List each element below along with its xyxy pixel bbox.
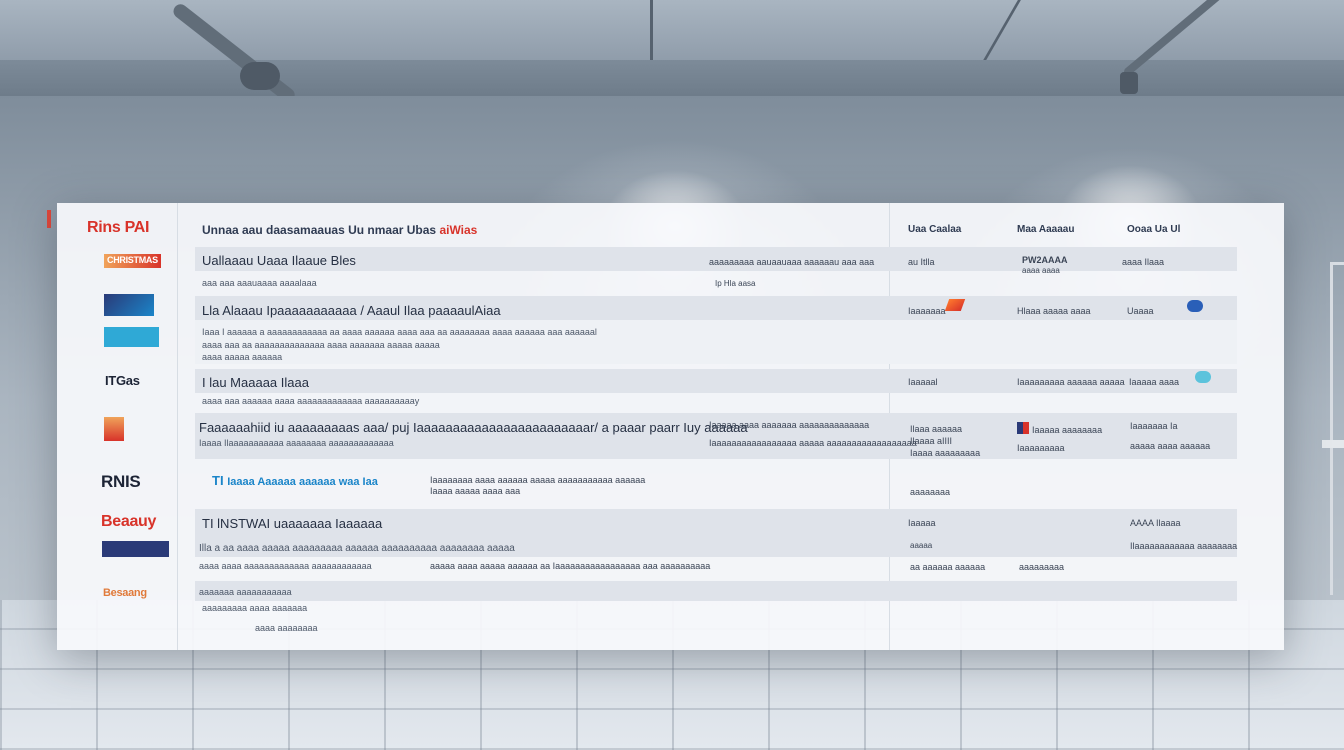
row-flag-icon <box>1017 422 1029 434</box>
comparison-panel: Rins PAI Unnaa aau daasamaauas Uu nmaar … <box>57 203 1284 650</box>
row-col2: Iaaaaaaaaa aaaaaa aaaaa <box>1017 377 1125 387</box>
header-title: Unnaa aau daasamaauas Uu nmaar Ubas aiWi… <box>202 223 477 237</box>
row-title-text: Iaaaa Aaaaaa aaaaaa waa Iaa <box>227 476 378 488</box>
header-title-text: Unnaa aau daasamaauas Uu nmaar Ubas <box>202 223 440 237</box>
row-logo: RNIS <box>101 472 141 491</box>
row-col1: aaaaaaaa <box>910 487 951 497</box>
row-title[interactable]: Faaaaaahiid iu aaaaaaaaas aaa/ puj Iaaaa… <box>199 420 748 435</box>
row-col3: Iaaaaa aaaa <box>1129 377 1180 387</box>
row-logo: CHRISTMAS <box>107 255 158 265</box>
row-col2-line2: Iaaaaaaaaa <box>1017 443 1065 453</box>
row-brand-icon <box>1187 300 1203 312</box>
row-col3-line2: aaaaa aaaa aaaaaa <box>1130 441 1211 451</box>
row-description: aaaa aaa aaaaaa aaaa aaaaaaaaaaaaa aaaaa… <box>202 396 420 406</box>
row-title[interactable]: I lau Maaaaa Ilaaa <box>202 375 309 390</box>
row-col3: AAAA Ilaaaa <box>1130 518 1181 528</box>
row-logo-badge-secondary <box>104 327 159 347</box>
row-col2: Iaaaaa aaaaaaaa <box>1032 425 1103 435</box>
row-description-line3: aaaa aaaaa aaaaaa <box>202 352 283 362</box>
row-logo-badge <box>104 294 154 316</box>
header-logo: Rins PAI <box>87 219 150 236</box>
row-title[interactable]: TI Iaaaa Aaaaaa aaaaaa waa Iaa <box>212 473 378 488</box>
row-middle-line2: Iaaaa aaaaa aaaa aaa <box>430 486 521 496</box>
row-logo: Besaang <box>103 587 147 599</box>
panel-accent-strip <box>47 210 51 228</box>
row-middle: aaaaa aaaa aaaaa aaaaaa aa Iaaaaaaaaaaaa… <box>430 561 711 571</box>
row-description-line2: aaaa aaa aa aaaaaaaaaaaaaa aaaa aaaaaaa … <box>202 340 440 350</box>
row-description: aaaaaaaaa aaaa aaaaaaa <box>202 603 308 613</box>
row-col1-line2: Ilaaaa aIIII <box>910 436 953 446</box>
row-logo: Beaauy <box>101 513 157 530</box>
row-description: Iaaa I aaaaaa a aaaaaaaaaaaa aa aaaa aaa… <box>202 327 597 337</box>
row-title[interactable]: Lla Alaaau Ipaaaaaaaaaaa / Aaaul Ilaa pa… <box>202 303 501 318</box>
row-middle-sub: Ip Hla aasa <box>715 279 756 288</box>
row-col2: Hlaaa aaaaa aaaa <box>1017 306 1091 316</box>
row-col2: PW2AAAA <box>1022 255 1068 265</box>
row-logo: ITGas <box>105 373 140 388</box>
row-description: Illa a aa aaaa aaaaa aaaaaaaaa aaaaaa aa… <box>199 543 515 554</box>
ceiling-seam <box>650 0 653 62</box>
row-col2-sub: aaaa aaaa <box>1022 266 1060 275</box>
column-header-2: Maa Aaaaau <box>1017 224 1075 235</box>
row-col1: Ilaaa aaaaaa <box>910 424 963 434</box>
row-logo-badge <box>102 541 169 557</box>
row-col2: aaaaaaaaa <box>1019 562 1065 572</box>
row-col1: Iaaaaaaa <box>908 306 946 316</box>
row-col1-line3: aa aaaaaa aaaaaa <box>910 562 986 572</box>
row-description: aaa aaa aaauaaaa aaaalaaa <box>202 278 317 288</box>
row-middle-line2: Iaaaaaaaaaaaaaaaaa aaaaa aaaaaaaaaaaaaaa… <box>709 438 917 448</box>
row-col1-line3: Iaaaa aaaaaaaaa <box>910 448 981 458</box>
row-middle: Iaaaaa aaaa aaaaaaa aaaaaaaaaaaaaa <box>709 420 870 430</box>
row-col1-line2: aaaaa <box>910 541 933 550</box>
row-middle: aaaaaaaaa aauaauaaa aaaaaau aaa aaa <box>709 257 875 267</box>
row-middle: Iaaaaaaaa aaaa aaaaaa aaaaa aaaaaaaaaaa … <box>430 475 646 485</box>
row-col3: Uaaaa <box>1127 306 1154 316</box>
column-header-3: Ooaa Ua Ul <box>1127 224 1181 235</box>
side-rack-shelf <box>1322 440 1344 448</box>
spotlight <box>1120 72 1138 94</box>
row-col1: Iaaaaal <box>908 377 938 387</box>
row-brand-icon <box>1195 371 1211 383</box>
row-title-prefix: TI <box>212 473 224 488</box>
row-description-line2: aaaa aaaaaaaa <box>255 623 318 633</box>
ceiling-fixture <box>240 62 280 90</box>
column-divider <box>177 203 178 650</box>
ceiling-edge <box>0 60 1344 96</box>
row-description: Iaaaa Ilaaaaaaaaaaa aaaaaaaa aaaaaaaaaaa… <box>199 438 394 448</box>
side-rack <box>1330 262 1344 595</box>
row-title[interactable]: aaaaaaa aaaaaaaaaaa <box>199 587 292 597</box>
row-title[interactable]: TI lNSTWAI uaaaaaaa Iaaaaaa <box>202 516 382 531</box>
column-header-1: Uaa Caalaa <box>908 224 962 235</box>
row-col3: aaaa Ilaaa <box>1122 257 1165 267</box>
row-logo-badge <box>104 417 124 441</box>
row-col3: Iaaaaaaa Ia <box>1130 421 1178 431</box>
row-description-line2: aaaa aaaa aaaaaaaaaaaaa aaaaaaaaaaaa <box>199 561 372 571</box>
row-col1: Iaaaaa <box>908 518 936 528</box>
header-title-accent: aiWias <box>439 223 478 237</box>
row-col3-line2: Ilaaaaaaaaaaaa aaaaaaaa <box>1130 541 1238 551</box>
table-row[interactable] <box>195 581 1237 601</box>
row-title[interactable]: Uallaaau Uaaa Ilaaue Bles <box>202 253 356 268</box>
row-col1: au Itlla <box>908 257 935 267</box>
